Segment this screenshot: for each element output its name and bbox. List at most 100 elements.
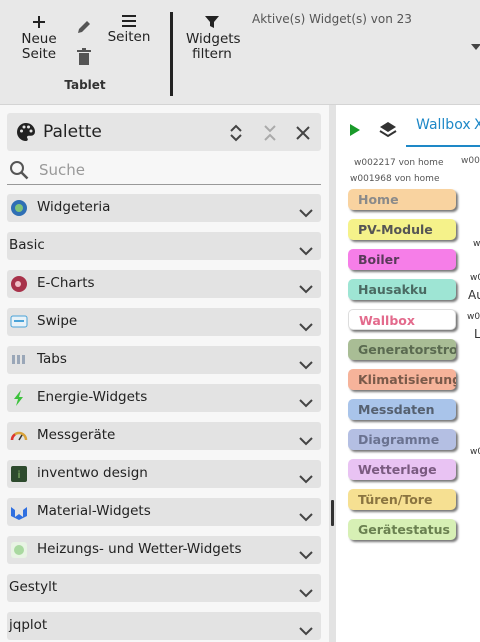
tabs-icon <box>10 351 28 369</box>
palette-panel: Palette Widgeteria Basic E-Charts Swipe Tabs… <box>0 105 329 642</box>
palette-category-widgeteria[interactable]: Widgeteria <box>7 194 321 222</box>
inventwo-icon: i <box>10 465 28 483</box>
palette-category-energie-widgets[interactable]: Energie-Widgets <box>7 384 321 412</box>
palette-title: Palette <box>43 122 102 142</box>
tab-close[interactable]: X <box>474 117 480 133</box>
nav-button-türen-tore[interactable]: Türen/Tore <box>348 489 456 510</box>
nav-button-home[interactable]: Home <box>348 189 456 210</box>
chevron-down-icon <box>299 431 313 450</box>
palette-category-label: E-Charts <box>37 275 95 291</box>
palette-category-gestylt[interactable]: Gestylt <box>7 574 321 602</box>
widgeteria-icon <box>10 199 28 217</box>
tab-wallbox[interactable]: Wallbox <box>416 117 471 133</box>
filter-icon <box>205 16 219 28</box>
close-icon[interactable] <box>295 125 311 141</box>
nav-button-wallbox[interactable]: Wallbox <box>348 309 456 330</box>
swipe-icon <box>10 313 28 331</box>
echarts-icon <box>10 275 28 293</box>
caret-down-icon[interactable] <box>471 44 480 50</box>
new-page-label-1: Neue <box>21 31 57 47</box>
plus-icon <box>33 16 45 28</box>
view-tab-bar: Wallbox X <box>336 105 480 147</box>
search-box <box>7 154 321 185</box>
chevron-down-icon <box>299 393 313 412</box>
weather-icon <box>10 541 28 559</box>
nav-button-pv-module[interactable]: PV-Module <box>348 219 456 240</box>
palette-category-inventwo-design[interactable]: i inventwo design <box>7 460 321 488</box>
toolbar: Neue Seite Seiten Tablet Widgets filtern… <box>0 0 480 105</box>
trash-icon <box>77 48 91 65</box>
palette-category-jqplot[interactable]: jqplot <box>7 612 321 640</box>
search-icon <box>10 161 29 180</box>
svg-text:i: i <box>18 470 21 481</box>
splitter-handle[interactable] <box>331 500 334 526</box>
widget-fragment: w0 <box>470 273 480 283</box>
new-page-label-2: Seite <box>21 46 57 62</box>
palette-icon <box>17 123 35 141</box>
palette-header: Palette <box>7 113 321 151</box>
pencil-icon <box>78 21 90 33</box>
widget-fragment: w <box>473 239 480 249</box>
delete-button[interactable] <box>75 48 93 70</box>
nav-button-gerätestatus[interactable]: Gerätestatus <box>348 519 456 540</box>
expand-all-icon[interactable] <box>229 123 243 143</box>
palette-category-label: jqplot <box>9 617 48 633</box>
splitter[interactable] <box>329 105 336 642</box>
chevron-down-icon <box>299 545 313 564</box>
view-preview: Wallbox X w002217 von home w001968 von h… <box>336 105 480 642</box>
widget-info-1: w002217 von home <box>354 158 444 168</box>
widget-fragment: L <box>474 327 480 341</box>
nav-button-generatorstrom[interactable]: Generatorstrom <box>348 339 456 360</box>
menu-icon <box>122 15 136 27</box>
pages-label: Seiten <box>107 29 151 45</box>
palette-category-basic[interactable]: Basic <box>7 232 321 260</box>
nav-button-wetterlage[interactable]: Wetterlage <box>348 459 456 480</box>
palette-category-label: inventwo design <box>37 465 148 481</box>
chevron-down-icon <box>299 279 313 298</box>
nav-button-messdaten[interactable]: Messdaten <box>348 399 456 420</box>
palette-category-heizungs-und-wetter-widgets[interactable]: Heizungs- und Wetter-Widgets <box>7 536 321 564</box>
chevron-down-icon <box>299 621 313 640</box>
palette-category-label: Swipe <box>37 313 78 329</box>
search-input[interactable] <box>37 158 311 182</box>
chevron-down-icon <box>299 241 313 260</box>
pages-button[interactable]: Seiten <box>106 14 152 45</box>
edit-button[interactable] <box>74 18 94 40</box>
layers-icon[interactable] <box>378 120 398 140</box>
toolbar-divider <box>170 12 173 96</box>
filter-widgets-button[interactable]: Widgets filtern <box>186 14 241 62</box>
palette-category-messgeräte[interactable]: Messgeräte <box>7 422 321 450</box>
palette-category-label: Energie-Widgets <box>37 389 148 405</box>
chevron-down-icon <box>299 583 313 602</box>
collapse-all-icon[interactable] <box>263 123 277 143</box>
lightning-icon <box>10 389 28 407</box>
active-widgets-status: Aktive(s) Widget(s) von 23 <box>252 12 412 26</box>
nav-button-klimatisierung[interactable]: Klimatisierung <box>348 369 456 390</box>
widget-fragment-top: w00 <box>461 156 480 166</box>
chevron-down-icon <box>299 469 313 488</box>
tablet-group-label: Tablet <box>64 78 106 92</box>
nav-button-boiler[interactable]: Boiler <box>348 249 456 270</box>
palette-category-label: Basic <box>9 237 45 253</box>
palette-category-label: Messgeräte <box>37 427 116 443</box>
chevron-down-icon <box>299 355 313 374</box>
widget-info-2: w001968 von home <box>350 174 440 184</box>
chevron-down-icon <box>299 203 313 222</box>
palette-category-tabs[interactable]: Tabs <box>7 346 321 374</box>
nav-button-diagramme[interactable]: Diagramme <box>348 429 456 450</box>
filter-label-2: filtern <box>192 46 232 62</box>
widget-fragment: Au <box>468 288 480 302</box>
nav-button-hausakku[interactable]: Hausakku <box>348 279 456 300</box>
play-icon[interactable] <box>349 123 361 137</box>
filter-label-1: Widgets <box>186 31 241 47</box>
tab-underline <box>406 145 480 147</box>
chevron-down-icon <box>299 317 313 336</box>
palette-category-material-widgets[interactable]: Material-Widgets <box>7 498 321 526</box>
palette-category-swipe[interactable]: Swipe <box>7 308 321 336</box>
palette-category-label: Material-Widgets <box>37 503 151 519</box>
widget-fragment: w0 <box>470 447 480 457</box>
new-page-button[interactable]: Neue Seite <box>18 14 60 62</box>
palette-category-e-charts[interactable]: E-Charts <box>7 270 321 298</box>
palette-category-label: Widgeteria <box>37 199 111 215</box>
widget-fragment: w0 <box>467 312 480 322</box>
